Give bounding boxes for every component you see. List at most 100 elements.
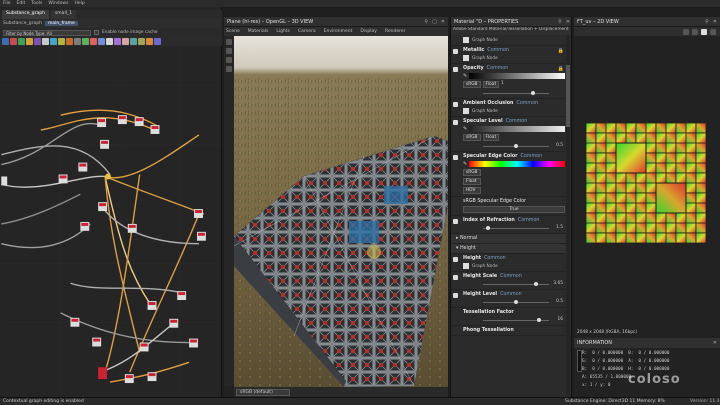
graph-node-swatch[interactable] — [463, 108, 469, 114]
height-level-slider[interactable]: 0.5 — [463, 299, 565, 305]
fit-icon[interactable] — [710, 28, 716, 35]
graph-tool-icon[interactable] — [2, 38, 9, 45]
menu-renderer[interactable]: Renderer — [385, 29, 406, 34]
close-icon[interactable]: ✕ — [713, 19, 717, 25]
uv-texture-preview[interactable] — [586, 123, 706, 243]
channel-icon[interactable] — [683, 28, 689, 35]
height-checkbox[interactable] — [453, 257, 458, 262]
metallic-checkbox[interactable] — [453, 49, 458, 54]
graph-node-swatch[interactable] — [463, 55, 469, 61]
eyedropper-icon[interactable]: ✎ — [463, 126, 467, 132]
menu-lights[interactable]: Lights — [276, 29, 290, 34]
graph-tool-icon[interactable] — [138, 38, 145, 45]
height-level-checkbox[interactable] — [453, 293, 458, 298]
srgb-button[interactable]: sRGB — [463, 134, 481, 141]
float-button[interactable]: Float — [482, 81, 500, 88]
specular-edge-checkbox[interactable] — [453, 155, 458, 160]
opacity-checkbox[interactable] — [453, 67, 458, 72]
opacity-slider-knob[interactable] — [530, 91, 535, 95]
eyedropper-icon[interactable]: ✎ — [463, 161, 467, 167]
lock-icon[interactable]: 🔒 — [558, 48, 564, 54]
info-icon[interactable] — [701, 28, 707, 35]
ior-checkbox[interactable] — [453, 219, 458, 224]
menu-camera[interactable]: Camera — [298, 29, 316, 34]
menu-materials[interactable]: Materials — [248, 29, 269, 34]
graph-tool-icon[interactable] — [114, 38, 121, 45]
ior-slider-knob[interactable] — [486, 226, 491, 230]
tessellation-slider[interactable]: 16 — [463, 317, 565, 323]
float-button[interactable]: Float — [463, 178, 481, 185]
opacity-color-bar[interactable] — [469, 73, 565, 79]
zoom-tool-icon[interactable] — [226, 57, 232, 63]
float-button[interactable]: Float — [482, 134, 500, 141]
graph-tool-icon[interactable] — [106, 38, 113, 45]
close-icon[interactable]: ✕ — [713, 340, 717, 346]
graph-tool-icon[interactable] — [34, 38, 41, 45]
opacity-slider[interactable] — [463, 90, 565, 96]
graph-tool-icon[interactable] — [10, 38, 17, 45]
height-scale-slider[interactable]: 3.65 — [463, 281, 565, 287]
pin-icon[interactable]: ⚲ — [424, 19, 428, 25]
3d-viewport[interactable] — [234, 36, 448, 387]
graph-tool-icon[interactable] — [26, 38, 33, 45]
tab-small[interactable]: small_1 — [50, 10, 77, 19]
pin-icon[interactable]: ⚲ — [558, 19, 562, 25]
colorspace-select[interactable]: sRGB (default) — [236, 388, 290, 396]
graph-tool-icon[interactable] — [66, 38, 73, 45]
lock-icon[interactable]: 🔒 — [558, 66, 564, 72]
ior-slider[interactable]: 1.5 — [463, 225, 565, 231]
graph-tool-icon[interactable] — [74, 38, 81, 45]
close-icon[interactable]: ✕ — [441, 19, 445, 25]
graph-canvas[interactable] — [0, 46, 222, 388]
graph-tool-icon[interactable] — [58, 38, 65, 45]
light-tool-icon[interactable] — [226, 66, 232, 72]
section-height[interactable]: ▾ Height — [451, 244, 567, 254]
select-tool-icon[interactable] — [226, 39, 232, 45]
graph-tool-icon[interactable] — [82, 38, 89, 45]
specular-checkbox[interactable] — [453, 120, 458, 125]
close-icon[interactable]: ✕ — [566, 19, 570, 25]
graph-tool-icon[interactable] — [122, 38, 129, 45]
crumb-main-frame[interactable]: main_frame — [44, 21, 78, 26]
graph-tool-icon[interactable] — [42, 38, 49, 45]
menu-edit[interactable]: Edit — [17, 1, 26, 6]
menu-scene[interactable]: Scene — [226, 29, 240, 34]
menu-tools[interactable]: Tools — [31, 1, 42, 6]
properties-scrollbar[interactable] — [566, 35, 570, 395]
rotate-tool-icon[interactable] — [226, 48, 232, 54]
node-type-filter[interactable]: Filter by Node Type: All — [3, 29, 91, 36]
hue-bar[interactable] — [469, 161, 565, 167]
hdv-button[interactable]: HDV — [463, 187, 481, 194]
graph-tool-icon[interactable] — [130, 38, 137, 45]
graph-tool-icon[interactable] — [90, 38, 97, 45]
specular-slider-knob[interactable] — [514, 144, 518, 148]
menu-help[interactable]: Help — [74, 1, 84, 6]
scrollbar-thumb[interactable] — [566, 65, 570, 127]
graph-tool-icon[interactable] — [18, 38, 25, 45]
pin-icon[interactable]: ⚲ — [705, 19, 709, 25]
graph-tool-icon[interactable] — [50, 38, 57, 45]
eyedropper-icon[interactable]: ✎ — [463, 73, 467, 79]
tab-substance-graph[interactable]: Substance_graph — [2, 10, 49, 19]
menu-environment[interactable]: Environment — [324, 29, 353, 34]
height-scale-checkbox[interactable] — [453, 275, 458, 280]
section-normal[interactable]: ▸ Normal — [451, 234, 567, 244]
height-level-slider-knob[interactable] — [514, 300, 518, 304]
tessellation-slider-knob[interactable] — [537, 318, 542, 322]
menu-display[interactable]: Display — [360, 29, 377, 34]
tile-icon[interactable] — [692, 28, 698, 35]
graph-tool-icon[interactable] — [98, 38, 105, 45]
graph-tool-icon[interactable] — [154, 38, 161, 45]
menu-windows[interactable]: Windows — [48, 1, 68, 6]
true-toggle[interactable]: True — [463, 206, 565, 213]
height-scale-slider-knob[interactable] — [533, 282, 538, 286]
graph-node-swatch[interactable] — [463, 263, 469, 269]
srgb-button[interactable]: sRGB — [463, 81, 481, 88]
graph-tool-icon[interactable] — [146, 38, 153, 45]
crumb-substance-graph[interactable]: Substance_graph — [3, 21, 42, 26]
cache-checkbox[interactable] — [94, 30, 99, 35]
graph-node-swatch[interactable] — [463, 37, 469, 43]
ao-checkbox[interactable] — [453, 102, 458, 107]
specular-slider[interactable]: 0.5 — [463, 143, 565, 149]
specular-color-bar[interactable] — [469, 126, 565, 132]
